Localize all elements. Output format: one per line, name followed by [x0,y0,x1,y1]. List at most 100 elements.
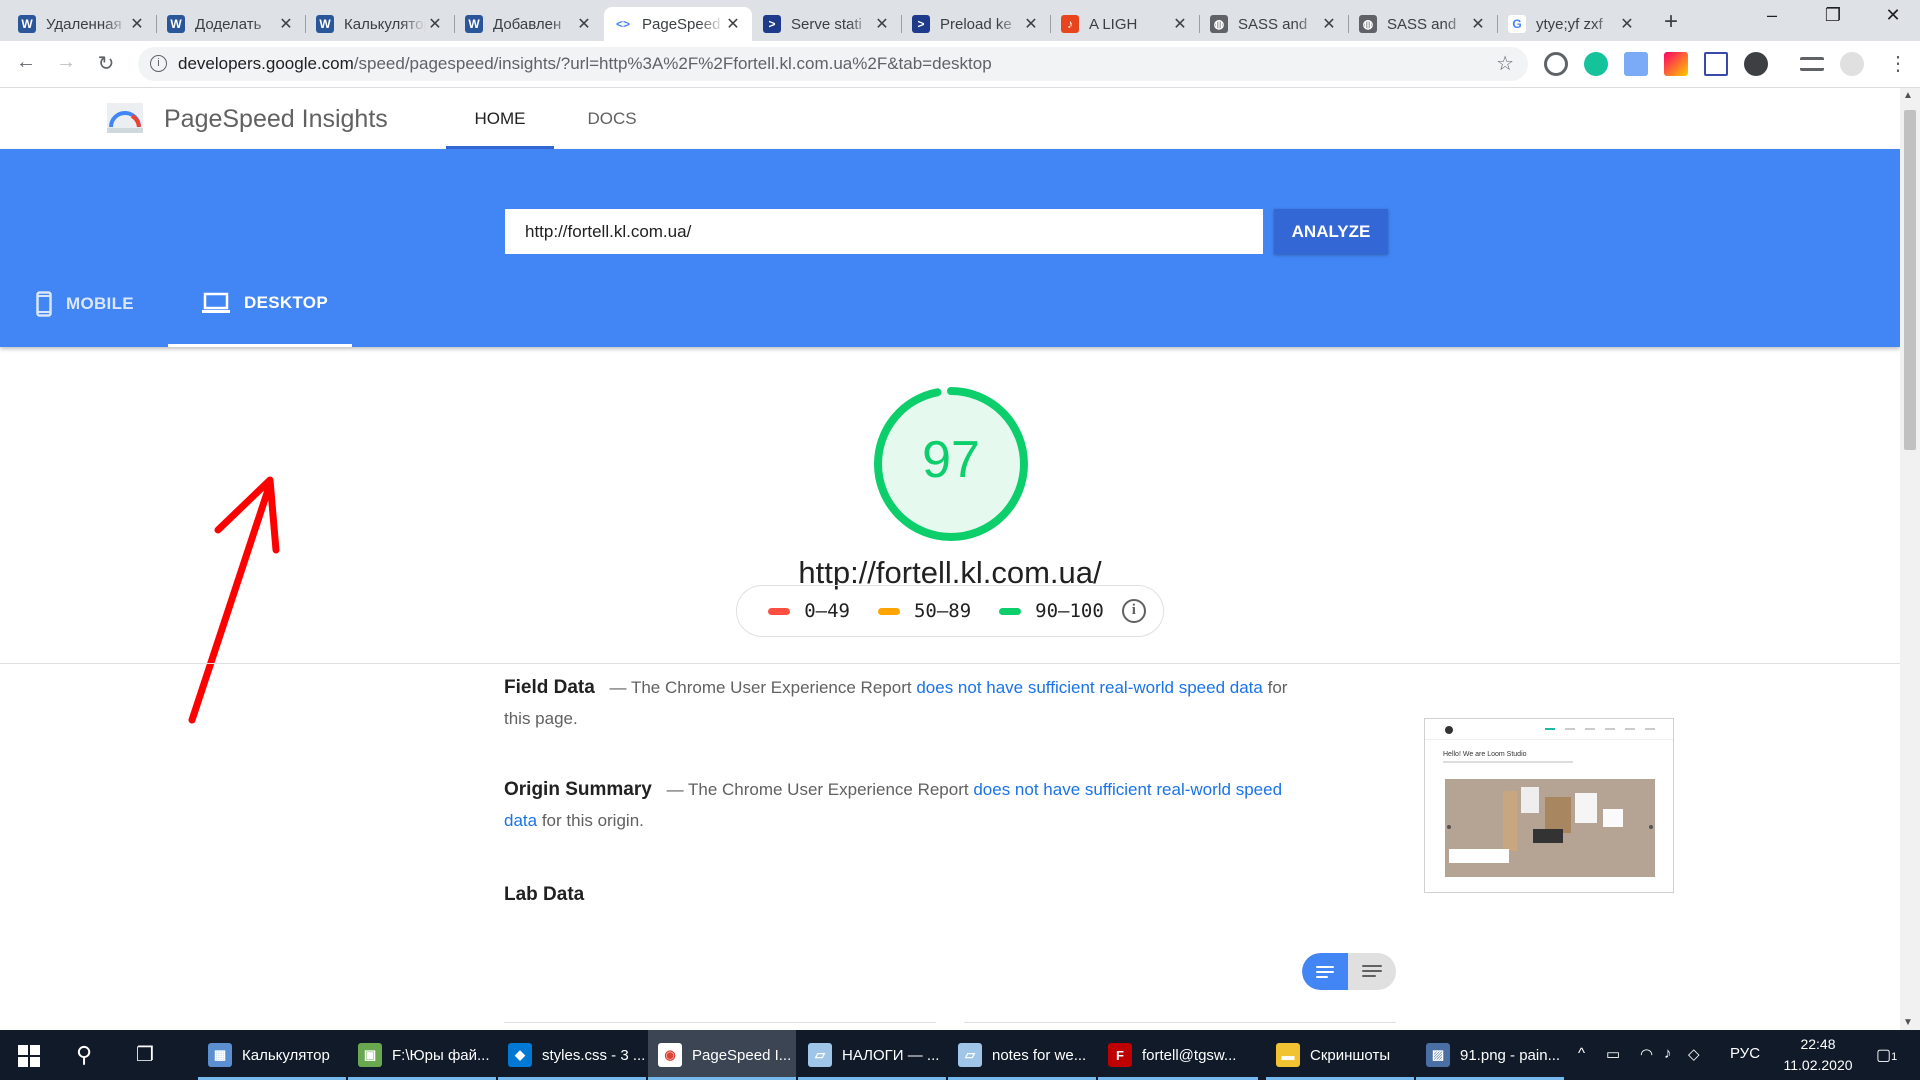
windows-start-icon[interactable] [18,1045,40,1067]
notifications-icon[interactable]: ▢1 [1876,1045,1897,1065]
google-icon: G [1508,15,1526,33]
legend-item-poor: 0–49 [768,600,850,622]
taskbar-app-label: 91.png - pain... [1460,1046,1561,1064]
clock-date: 11.02.2020 [1783,1057,1853,1073]
url-input[interactable] [505,209,1263,254]
extension-circle-icon[interactable] [1544,52,1568,76]
browser-tab[interactable]: ◍ SASS and ✕ [1200,7,1348,41]
analyze-button[interactable]: ANALYZE [1274,209,1388,254]
menu-dots-icon[interactable]: ⋮ [1884,51,1912,76]
close-tab-icon[interactable]: ✕ [724,14,742,34]
browser-tab[interactable]: Gytye;yf zxf ✕ [1498,7,1646,41]
taskbar-app[interactable]: ◆ styles.css - 3 ... [498,1030,646,1080]
media-queue-icon[interactable] [1800,57,1824,71]
info-icon[interactable]: i [1121,599,1146,623]
smartphone-icon [36,291,52,317]
tab-desktop[interactable]: DESKTOP [168,261,352,347]
close-tab-icon[interactable]: ✕ [873,14,891,34]
browser-tab[interactable]: ◍ SASS and ✕ [1349,7,1497,41]
taskbar-app[interactable]: ◉ PageSpeed I... [648,1030,796,1080]
extension-window-icon[interactable] [1624,52,1648,76]
close-tab-icon[interactable]: ✕ [1022,14,1040,34]
battery-icon[interactable]: ▭ [1606,1045,1620,1063]
toggle-list-view[interactable] [1348,953,1396,990]
grid-extension-icon[interactable] [1704,52,1728,76]
close-tab-icon[interactable]: ✕ [575,14,593,34]
close-tab-icon[interactable]: ✕ [1618,14,1636,34]
site-info-icon[interactable]: i [150,55,167,72]
close-tab-icon[interactable]: ✕ [1171,14,1189,34]
tab-mobile[interactable]: MOBILE [36,261,156,347]
app-icon: ▨ [1426,1043,1450,1067]
field-data-link[interactable]: does not have sufficient real-world spee… [916,678,1263,697]
close-tab-icon[interactable]: ✕ [277,14,295,34]
psi-header: PageSpeed Insights HOME DOCS [0,88,1900,149]
dropbox-icon[interactable]: ◇ [1688,1045,1700,1063]
forward-icon[interactable]: → [52,51,80,74]
input-language[interactable]: РУС [1730,1045,1760,1062]
close-tab-icon[interactable]: ✕ [128,14,146,34]
browser-tab[interactable]: ♪ A LIGH ✕ [1051,7,1199,41]
task-view-icon[interactable]: ❐ [136,1042,154,1067]
taskbar-app[interactable]: ▱ НАЛОГИ — ... [798,1030,946,1080]
grammarly-icon[interactable] [1584,52,1608,76]
globe-icon: ◍ [1359,15,1377,33]
address-bar[interactable]: i developers.google.com/speed/pagespeed/… [138,47,1528,81]
system-clock[interactable]: 22:48 11.02.2020 [1778,1034,1858,1076]
browser-tab[interactable]: W Калькулятор ✕ [306,7,454,41]
browser-tab[interactable]: W Добавлен ✕ [455,7,603,41]
view-toggle [1302,953,1396,990]
browser-tab-label: Удаленная [46,15,122,33]
toggle-compact-view[interactable] [1302,953,1348,990]
page-scrollbar[interactable]: ▲ ▼ [1900,88,1920,1030]
taskbar-app[interactable]: ▨ 91.png - pain... [1416,1030,1564,1080]
legend-item-good: 90–100 [999,600,1104,622]
new-tab-button[interactable]: + [1656,8,1686,36]
browser-tab[interactable]: > Preload ke ✕ [902,7,1050,41]
taskbar-app[interactable]: ▣ F:\Юры фай... [348,1030,496,1080]
window-restore-button[interactable]: ❐ [1813,5,1853,26]
close-tab-icon[interactable]: ✕ [426,14,444,34]
scroll-down-icon[interactable]: ▼ [1903,1017,1913,1028]
back-icon[interactable]: ← [12,51,40,74]
browser-tab[interactable]: > Serve stati ✕ [753,7,901,41]
color-picker-icon[interactable] [1664,52,1688,76]
origin-summary-suffix: for this origin. [541,811,644,830]
taskbar-app[interactable]: ▦ Калькулятор [198,1030,346,1080]
nav-home[interactable]: HOME [446,88,554,149]
app-icon: ◉ [658,1043,682,1067]
window-close-button[interactable]: ✕ [1873,5,1913,26]
taskbar-app[interactable]: Ffortell@tgsw... [1098,1030,1258,1080]
search-icon[interactable]: ⚲ [76,1042,92,1068]
nav-docs[interactable]: DOCS [562,88,662,149]
tray-chevron-icon[interactable]: ^ [1578,1045,1585,1062]
analyze-banner: ANALYZE MOBILE DESKTOP [0,149,1900,347]
window-minimize-button[interactable]: – [1752,5,1792,26]
browser-tab[interactable]: W Удаленная ✕ [8,7,156,41]
svg-text:Hello! We are Loom Studio: Hello! We are Loom Studio [1443,751,1527,758]
browser-tab-label: Preload ke [940,15,1012,33]
taskbar-app[interactable]: ▱ notes for we... [948,1030,1096,1080]
close-tab-icon[interactable]: ✕ [1320,14,1338,34]
origin-summary-heading: Origin Summary [504,779,652,800]
volume-icon[interactable]: ♪ [1664,1045,1672,1062]
bookmark-star-icon[interactable]: ☆ [1496,51,1514,76]
scrollbar-thumb[interactable] [1904,110,1916,450]
taskbar-app[interactable]: ▬ Скриншоты [1266,1030,1414,1080]
browser-tab[interactable]: <> PageSpeed ✕ [604,7,752,41]
browser-tab-strip: W Удаленная ✕ W Доделать ✕ W Калькулятор ✕ W Добав… [0,0,1920,41]
reload-icon[interactable]: ↻ [92,51,120,76]
taskbar-app-label: styles.css - 3 ... [542,1046,646,1064]
dark-mode-icon[interactable] [1744,52,1768,76]
pagespeed-page: PageSpeed Insights HOME DOCS ANALYZE MOB… [0,88,1900,1030]
music-icon: ♪ [1061,15,1079,33]
browser-tab[interactable]: W Доделать ✕ [157,7,305,41]
scroll-up-icon[interactable]: ▲ [1903,90,1913,101]
profile-avatar[interactable] [1840,52,1864,76]
red-arrow-annotation [188,476,280,724]
app-icon: ▬ [1276,1043,1300,1067]
taskbar-app-label: Калькулятор [242,1046,330,1064]
wifi-icon[interactable]: ◠ [1640,1045,1653,1063]
close-tab-icon[interactable]: ✕ [1469,14,1487,34]
taskbar-app-label: Скриншоты [1310,1046,1391,1064]
